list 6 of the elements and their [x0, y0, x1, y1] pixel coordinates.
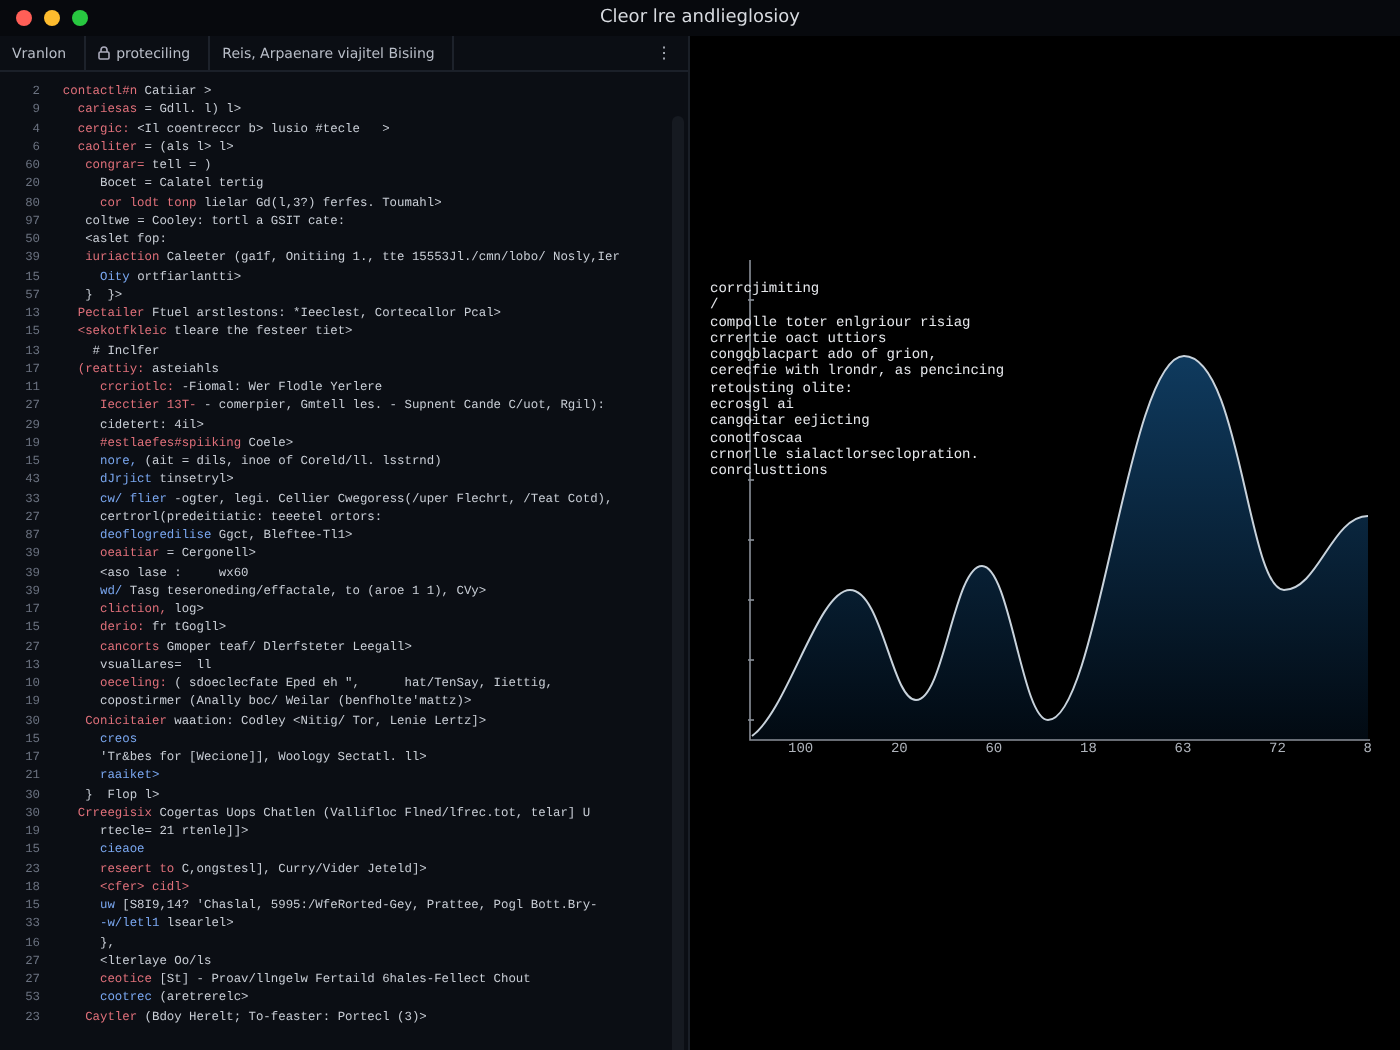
- window-title: Cleor lre andlieglosioy: [599, 8, 800, 28]
- close-button[interactable]: [16, 10, 32, 26]
- lock-icon: [98, 46, 111, 60]
- minimize-button[interactable]: [44, 10, 60, 26]
- maximize-button[interactable]: [72, 10, 88, 26]
- more-menu-button[interactable]: ⋮: [656, 44, 672, 62]
